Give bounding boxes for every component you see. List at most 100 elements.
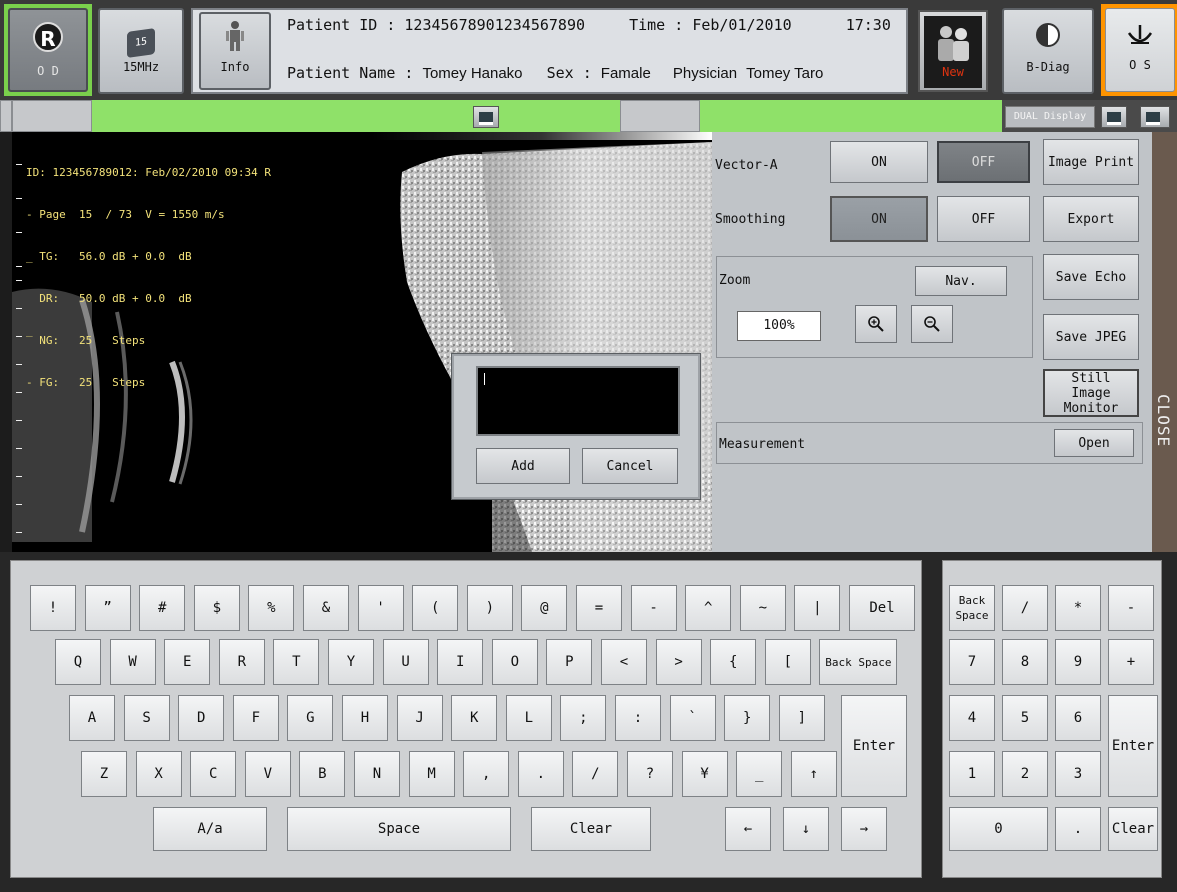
key-row4-8[interactable]: . [517, 751, 564, 797]
key-row1-12[interactable]: ^ [685, 585, 732, 631]
key-row4-7[interactable]: , [463, 751, 510, 797]
key-row4-6[interactable]: M [408, 751, 455, 797]
key-row1-0[interactable]: ! [30, 585, 76, 631]
key-row2-4[interactable]: T [273, 639, 320, 685]
key-row1-9[interactable]: @ [521, 585, 568, 631]
key-row1-1[interactable]: ” [84, 585, 131, 631]
key-row1-4[interactable]: % [248, 585, 295, 631]
smoothing-off-button[interactable]: OFF [937, 196, 1030, 242]
info-button[interactable]: Info [199, 12, 271, 90]
key-row1-6[interactable]: ' [357, 585, 404, 631]
key-row1-7[interactable]: ( [412, 585, 459, 631]
vector-a-off-button[interactable]: OFF [937, 141, 1030, 183]
annotation-text-input[interactable] [476, 366, 680, 436]
frequency-button[interactable]: 15 15MHz [98, 8, 184, 94]
numpad-row1-2[interactable]: * [1055, 585, 1101, 631]
key-row2-3[interactable]: R [218, 639, 265, 685]
key-row2-1[interactable]: W [109, 639, 156, 685]
key-row1-5[interactable]: & [303, 585, 349, 631]
key-row2-14[interactable]: Back Space [819, 639, 898, 685]
close-window-icon[interactable] [1140, 106, 1170, 128]
key-row4-9[interactable]: / [572, 751, 619, 797]
key-row3-2[interactable]: D [178, 695, 225, 741]
numpad-row3-1[interactable]: 5 [1002, 695, 1048, 741]
key-row1-3[interactable]: $ [193, 585, 240, 631]
key-row3-5[interactable]: H [342, 695, 388, 741]
key-row3-4[interactable]: G [287, 695, 334, 741]
key-row4-1[interactable]: X [135, 751, 182, 797]
od-eye-button[interactable]: R O D [4, 4, 92, 96]
close-panel-tab[interactable]: CLOSE [1152, 132, 1177, 552]
key-row3-10[interactable]: : [615, 695, 661, 741]
key-row1-2[interactable]: # [139, 585, 186, 631]
numpad-clear[interactable]: Clear [1108, 807, 1158, 851]
numpad-dot[interactable]: . [1055, 807, 1101, 851]
key-row1-13[interactable]: ~ [739, 585, 786, 631]
key-row1-14[interactable]: | [794, 585, 841, 631]
key-row3-12[interactable]: } [724, 695, 771, 741]
key-arrow-right[interactable]: → [841, 807, 887, 851]
key-row3-13[interactable]: ] [778, 695, 825, 741]
key-row1-11[interactable]: - [630, 585, 677, 631]
key-row4-4[interactable]: B [299, 751, 346, 797]
key-row3-8[interactable]: L [505, 695, 552, 741]
key-space[interactable]: Space [287, 807, 511, 851]
key-row2-7[interactable]: I [437, 639, 484, 685]
os-eye-button[interactable]: O S [1101, 4, 1177, 96]
key-row2-6[interactable]: U [382, 639, 429, 685]
numpad-row2-1[interactable]: 8 [1002, 639, 1048, 685]
key-row3-6[interactable]: J [396, 695, 443, 741]
key-row3-1[interactable]: S [123, 695, 170, 741]
still-image-monitor-button[interactable]: Still Image Monitor [1043, 369, 1139, 417]
numpad-row4-1[interactable]: 2 [1002, 751, 1048, 797]
numpad-row3-2[interactable]: 6 [1055, 695, 1101, 741]
smoothing-on-button[interactable]: ON [830, 196, 928, 242]
key-row3-0[interactable]: A [69, 695, 115, 741]
key-case-toggle[interactable]: A/a [153, 807, 267, 851]
key-arrow-down[interactable]: ↓ [783, 807, 829, 851]
numpad-row2-2[interactable]: 9 [1055, 639, 1101, 685]
key-row3-9[interactable]: ; [560, 695, 607, 741]
key-row2-2[interactable]: E [164, 639, 211, 685]
key-row3-7[interactable]: K [451, 695, 498, 741]
key-clear[interactable]: Clear [531, 807, 651, 851]
key-row4-0[interactable]: Z [81, 751, 127, 797]
export-button[interactable]: Export [1043, 196, 1139, 242]
numpad-zero[interactable]: 0 [949, 807, 1048, 851]
key-row4-5[interactable]: N [354, 751, 400, 797]
key-row2-12[interactable]: { [710, 639, 757, 685]
key-row2-9[interactable]: P [546, 639, 593, 685]
zoom-value-field[interactable]: 100% [737, 311, 821, 341]
image-print-button[interactable]: Image Print [1043, 139, 1139, 185]
key-row4-11[interactable]: ¥ [681, 751, 728, 797]
numpad-row2-0[interactable]: 7 [949, 639, 995, 685]
key-row3-11[interactable]: ` [669, 695, 716, 741]
key-row4-3[interactable]: V [244, 751, 291, 797]
new-patient-button[interactable]: New [918, 10, 988, 92]
measurement-open-button[interactable]: Open [1054, 429, 1134, 457]
numpad-enter[interactable]: Enter [1108, 695, 1158, 797]
key-row2-0[interactable]: Q [55, 639, 101, 685]
display-mode-icon[interactable] [1101, 106, 1127, 128]
zoom-in-icon[interactable] [855, 305, 897, 343]
key-row2-5[interactable]: Y [328, 639, 374, 685]
key-row2-13[interactable]: [ [764, 639, 811, 685]
nav-button[interactable]: Nav. [915, 266, 1007, 296]
numpad-row4-0[interactable]: 1 [949, 751, 995, 797]
save-echo-button[interactable]: Save Echo [1043, 254, 1139, 300]
numpad-row1-3[interactable]: - [1108, 585, 1154, 631]
key-row1-15[interactable]: Del [849, 585, 915, 631]
image-toggle-icon[interactable] [473, 106, 499, 128]
cancel-button[interactable]: Cancel [582, 448, 678, 484]
key-arrow-left[interactable]: ← [725, 807, 771, 851]
numpad-row4-2[interactable]: 3 [1055, 751, 1101, 797]
add-button[interactable]: Add [476, 448, 570, 484]
numpad-row3-0[interactable]: 4 [949, 695, 995, 741]
numpad-row1-0[interactable]: Back Space [949, 585, 995, 631]
numpad-row2-3[interactable]: + [1108, 639, 1154, 685]
key-row1-8[interactable]: ) [466, 585, 513, 631]
key-row4-10[interactable]: ? [627, 751, 673, 797]
key-row4-2[interactable]: C [190, 751, 237, 797]
key-row2-11[interactable]: > [655, 639, 702, 685]
key-row4-12[interactable]: _ [736, 751, 783, 797]
